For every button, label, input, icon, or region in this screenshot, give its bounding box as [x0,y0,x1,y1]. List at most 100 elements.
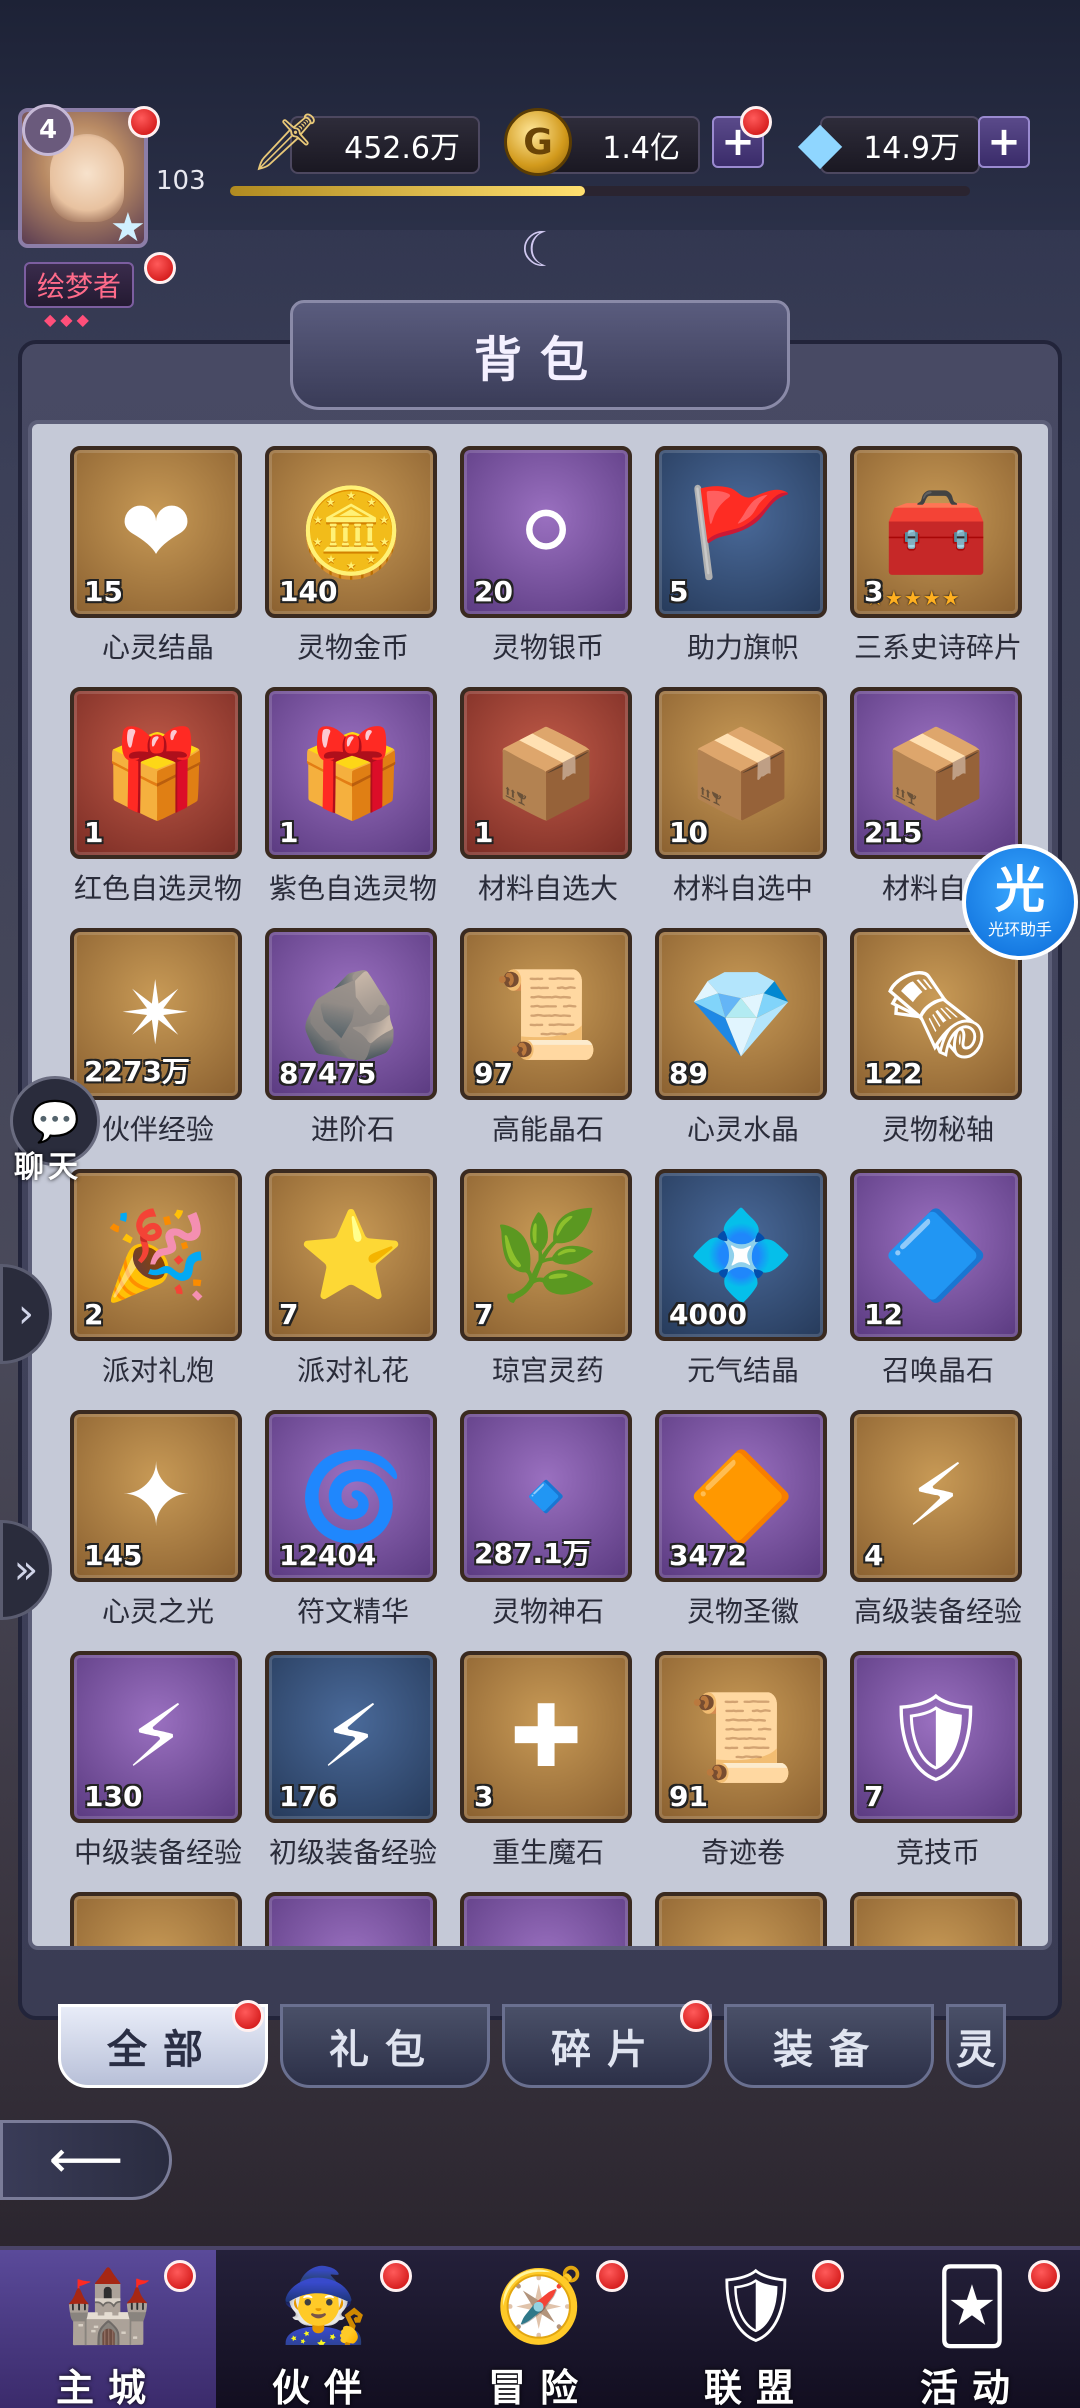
item-frame: ⚪ 20 [460,446,632,618]
inventory-item[interactable]: 📜 91 奇迹卷 [645,1651,841,1883]
nav-item-1[interactable]: 🧙 伙伴 [216,2250,432,2408]
inventory-item[interactable]: 🛡 7 竞技币 [840,1651,1036,1883]
player-title-badge[interactable]: 绘梦者 [24,262,134,308]
item-frame: 📦 215 [850,687,1022,859]
page-title: 背包 [473,332,606,388]
inventory-item[interactable]: ⭐ 7 派对礼花 [255,1169,451,1401]
item-count: 287.1万 [474,1537,591,1570]
item-frame: ⚡ 176 [265,1651,437,1823]
item-count: 2 [84,1298,104,1331]
item-frame: 🔷 12 [850,1169,1022,1341]
inventory-item[interactable]: 🌿 7 琼宫灵药 [450,1169,646,1401]
inventory-item[interactable]: 📦 1 材料自选大 [450,687,646,919]
item-icon [74,1896,238,1946]
inventory-item[interactable]: 🪨 87475 进阶石 [255,928,451,1160]
diamond-value: 14.9万 [863,131,960,166]
halo-assistant-button[interactable]: 光 光环助手 [962,844,1078,960]
item-name: 初级装备经验 [268,1836,437,1869]
item-name: 派对礼花 [296,1354,409,1387]
inventory-item[interactable]: ⚡ 4 高级装备经验 [840,1410,1036,1642]
item-name: 高能晶石 [491,1113,604,1146]
inventory-item[interactable]: 🔹 287.1万 灵物神石 [450,1410,646,1642]
nav-label: 主城 [55,2366,160,2408]
star-icon: ★ [110,205,146,251]
inventory-item[interactable]: ❤ 15 心灵结晶 [60,446,256,678]
item-name: 符文精华 [296,1595,409,1628]
assistant-label: 光环助手 [987,920,1052,939]
nav-notification-dot [164,2260,196,2292]
inventory-item[interactable]: 📜 97 高能晶石 [450,928,646,1160]
inventory-item[interactable]: 🎁 1 紫色自选灵物 [255,687,451,919]
item-frame: 🛡 7 [850,1651,1022,1823]
nav-item-3[interactable]: 🛡 联盟 [648,2250,864,2408]
inventory-item[interactable]: ⚡ 176 初级装备经验 [255,1651,451,1883]
inventory-item[interactable]: 🎁 1 红色自选灵物 [60,687,256,919]
inventory-item[interactable]: 🎉 2 派对礼炮 [60,1169,256,1401]
item-frame [70,1892,242,1946]
inventory-item[interactable] [60,1892,256,1946]
inventory-item[interactable]: ✦ 145 心灵之光 [60,1410,256,1642]
title-decoration: ◆◆◆ [44,310,93,329]
item-icon [659,1896,823,1946]
chevron-right-icon: › [18,1291,34,1337]
item-count: 89 [669,1057,708,1090]
inventory-item[interactable] [645,1892,841,1946]
nav-item-2[interactable]: 🧭 冒险 [432,2250,648,2408]
item-count: 10 [669,816,708,849]
inventory-item[interactable]: 🔷 12 召唤晶石 [840,1169,1036,1401]
tab-fragments-notification-dot [680,2000,712,2032]
inventory-item[interactable]: 🔶 3472 灵物圣徽 [645,1410,841,1642]
item-frame: 🎁 1 [265,687,437,859]
inventory-item[interactable]: 🚩 5 助力旗帜 [645,446,841,678]
gold-value: 1.4亿 [602,131,680,166]
inventory-item[interactable]: 🗞 122 灵物秘轴 [840,928,1036,1160]
item-count: 122 [864,1057,923,1090]
back-button[interactable]: ⟵ [0,2120,172,2200]
item-count: 176 [279,1780,338,1813]
item-name: 灵物圣徽 [686,1595,799,1628]
item-count: 3472 [669,1539,747,1572]
inventory-item[interactable] [255,1892,451,1946]
inventory-item[interactable]: 🌀 12404 符文精华 [255,1410,451,1642]
item-frame: 🔹 287.1万 [460,1410,632,1582]
item-name: 高级装备经验 [853,1595,1022,1628]
item-frame: ⭐ 7 [265,1169,437,1341]
item-name: 材料自选中 [672,872,813,905]
tab-4[interactable]: 灵 [946,2004,1006,2088]
diamond-icon: ◆ [797,108,843,176]
inventory-item[interactable] [840,1892,1036,1946]
item-name: 召唤晶石 [881,1354,994,1387]
item-frame: ✴ 2273万 [70,928,242,1100]
inventory-item[interactable]: 💎 89 心灵水晶 [645,928,841,1160]
item-name: 琼宫灵药 [491,1354,604,1387]
inventory-item[interactable]: ⚡ 130 中级装备经验 [60,1651,256,1883]
inventory-item[interactable]: ✚ 3 重生魔石 [450,1651,646,1883]
nav-item-0[interactable]: 🏰 主城 [0,2250,216,2408]
inventory-item[interactable]: ⚪ 20 灵物银币 [450,446,646,678]
tab-1[interactable]: 礼包 [280,2004,490,2088]
inventory-item[interactable]: 💠 4000 元气结晶 [645,1169,841,1401]
item-name: 心灵水晶 [686,1113,799,1146]
item-frame: ⚡ 4 [850,1410,1022,1582]
inventory-item[interactable]: 🪙 140 灵物金币 [255,446,451,678]
nav-label: 活动 [919,2366,1024,2408]
item-frame: 📜 91 [655,1651,827,1823]
sword-icon: 🗡 [250,110,322,175]
item-name: 进阶石 [310,1113,395,1146]
inventory-item[interactable]: 📦 10 材料自选中 [645,687,841,919]
tab-3[interactable]: 装备 [724,2004,934,2088]
nav-icon: 🧙 [279,2263,369,2347]
nav-item-4[interactable]: 🃏 活动 [864,2250,1080,2408]
add-diamond-button[interactable]: + [978,116,1030,168]
inventory-item[interactable]: 🧰 ★★★★★ 3 三系史诗碎片 [840,446,1036,678]
inventory-item[interactable] [450,1892,646,1946]
power-value: 452.6万 [344,131,460,166]
item-name: 元气结晶 [686,1354,799,1387]
item-grid-container[interactable]: ❤ 15 心灵结晶 🪙 140 灵物金币 ⚪ 20 灵物银币 🚩 5 助力旗帜 🧰 ★★★★★ 3 三系史诗碎… [28,420,1052,1950]
nav-icon: 🧭 [495,2263,585,2347]
item-count: 4 [864,1539,884,1572]
item-icon [464,1896,628,1946]
item-count: 4000 [669,1298,747,1331]
item-frame: 🪨 87475 [265,928,437,1100]
item-count: 7 [474,1298,494,1331]
